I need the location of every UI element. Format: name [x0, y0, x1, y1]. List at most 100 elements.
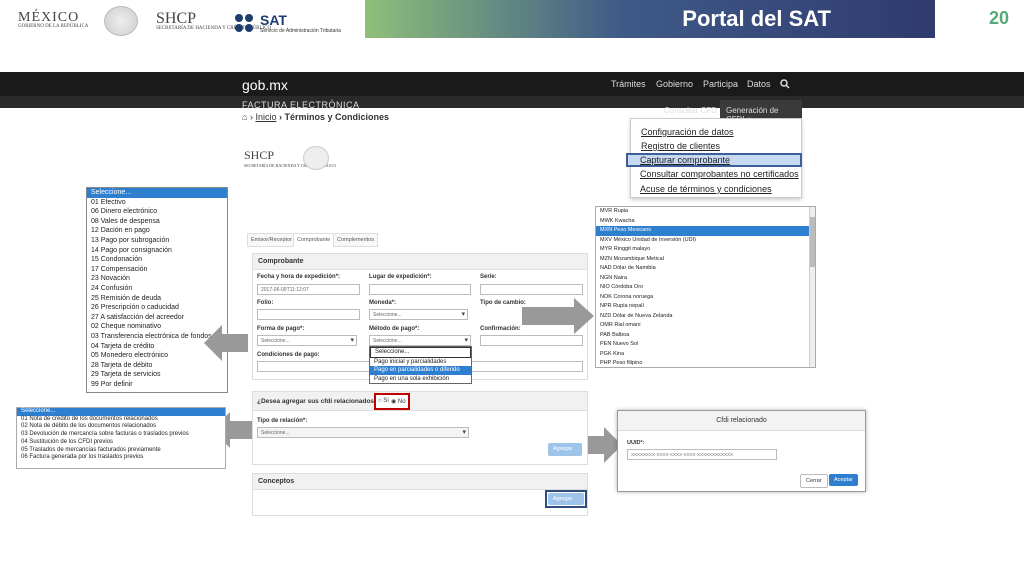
uuid-input[interactable]: [627, 449, 777, 460]
search-icon[interactable]: [780, 79, 790, 89]
list-item[interactable]: OMR Rial omaní: [596, 321, 815, 331]
list-item[interactable]: 24 Confusión: [87, 284, 227, 294]
list-item[interactable]: PEN Nuevo Sol: [596, 340, 815, 350]
list-item[interactable]: PHP Peso filipino: [596, 359, 815, 367]
list-item[interactable]: MXN Peso Mexicano: [596, 226, 810, 236]
mexico-logo-text: MÉXICO: [18, 10, 80, 25]
list-item[interactable]: 17 Compensación: [87, 265, 227, 275]
list-item[interactable]: MXV México Unidad de Inversión (UDI): [596, 236, 815, 246]
list-item[interactable]: 01 Nota de crédito de los documentos rel…: [17, 416, 225, 424]
tipo-relacion-select[interactable]: Seleccione...: [257, 427, 469, 438]
scrollbar-thumb[interactable]: [810, 217, 815, 267]
list-item[interactable]: 04 Sustitución de los CFDI previos: [17, 439, 225, 447]
list-item[interactable]: 03 Devolución de mercancía sobre factura…: [17, 431, 225, 439]
nav-tramites[interactable]: Trámites: [611, 79, 646, 89]
list-item[interactable]: NIO Córdoba Oro: [596, 283, 815, 293]
radio-no[interactable]: ◉ No: [391, 398, 406, 405]
moneda-options: MVR Rupia MWK Kwacha MXN Peso Mexicano M…: [595, 206, 816, 368]
shield-icon: [104, 6, 138, 36]
list-item[interactable]: 15 Condonación: [87, 255, 227, 265]
scrollbar[interactable]: [809, 207, 815, 367]
list-item[interactable]: 27 A satisfacción del acreedor: [87, 313, 227, 323]
list-item[interactable]: Pago en parcialidades o diferido: [370, 366, 471, 375]
list-item[interactable]: 06 Dinero electrónico: [87, 207, 227, 217]
radio-si[interactable]: ○ Sí: [378, 398, 389, 404]
lugar-input[interactable]: [369, 284, 471, 295]
list-item[interactable]: 05 Traslados de mercancías facturados pr…: [17, 447, 225, 455]
metodo-pago-options: Seleccione... Pago inicial y parcialidad…: [369, 346, 472, 384]
list-item[interactable]: Seleccione...: [87, 188, 227, 198]
condiciones-label: Condiciones de pago:: [257, 352, 320, 358]
list-item[interactable]: 25 Remisión de deuda: [87, 294, 227, 304]
list-item[interactable]: NOK Corona noruega: [596, 293, 815, 303]
moneda-select[interactable]: Seleccione...: [369, 309, 468, 320]
list-item[interactable]: 99 Por definir: [87, 380, 227, 390]
list-item[interactable]: MYR Ringgit malayo: [596, 245, 815, 255]
tipo-relacion-label: Tipo de relación*:: [257, 418, 308, 424]
agregar-relacion-button[interactable]: Agregar: [548, 443, 582, 456]
modal-title: Cfdi relacionado: [618, 411, 865, 431]
metodo-pago-select[interactable]: Seleccione...: [369, 335, 471, 346]
list-item[interactable]: 28 Tarjeta de débito: [87, 361, 227, 371]
forma-pago-select[interactable]: Seleccione...: [257, 335, 357, 346]
confirmacion-input[interactable]: [480, 335, 583, 346]
list-item[interactable]: 01 Efectivo: [87, 198, 227, 208]
tab-complementos[interactable]: Complementos: [333, 233, 378, 247]
list-item[interactable]: NZD Dólar de Nueva Zelanda: [596, 312, 815, 322]
list-item[interactable]: Pago en una sola exhibición: [370, 375, 471, 384]
tipo-cambio-label: Tipo de cambio:: [480, 300, 526, 306]
serie-input[interactable]: [480, 284, 583, 295]
list-item[interactable]: 26 Prescripción o caducidad: [87, 303, 227, 313]
cerrar-button[interactable]: Cerrar: [800, 474, 828, 488]
fecha-input[interactable]: 2017-06-09T11:12:07: [257, 284, 360, 295]
list-item[interactable]: MZN Mozambique Metical: [596, 255, 815, 265]
confirmacion-label: Confirmación:: [480, 326, 521, 332]
list-item[interactable]: 08 Vales de despensa: [87, 217, 227, 227]
consultar-cfd-link[interactable]: Consultar CFD: [664, 106, 717, 115]
breadcrumb-current: › Términos y Condiciones: [278, 112, 389, 122]
nav-gobierno[interactable]: Gobierno: [656, 79, 693, 89]
list-item[interactable]: NAD Dólar de Namibia: [596, 264, 815, 274]
conceptos-header: Conceptos: [253, 474, 587, 490]
portal-title-bar: Portal del SAT: [365, 0, 935, 38]
arrow-right-icon: [582, 427, 622, 463]
menu-consultar-no-certificados[interactable]: Consultar comprobantes no certificados: [640, 169, 799, 179]
list-item[interactable]: 13 Pago por subrogación: [87, 236, 227, 246]
nav-participa[interactable]: Participa: [703, 79, 738, 89]
list-item[interactable]: NPR Rupia nepalí: [596, 302, 815, 312]
list-item[interactable]: Pago inicial y parcialidades: [370, 358, 471, 367]
menu-registro-clientes[interactable]: Registro de clientes: [641, 141, 720, 151]
tipo-relacion-options: Seleccione... 01 Nota de crédito de los …: [16, 407, 226, 469]
menu-configuracion-datos[interactable]: Configuración de datos: [641, 127, 734, 137]
list-item[interactable]: PAB Balboa: [596, 331, 815, 341]
list-item[interactable]: 23 Novación: [87, 274, 227, 284]
breadcrumb-inicio[interactable]: Inicio: [255, 112, 276, 122]
list-item[interactable]: Seleccione...: [17, 408, 225, 416]
list-item[interactable]: 02 Nota de débito de los documentos rela…: [17, 423, 225, 431]
aceptar-button[interactable]: Aceptar: [829, 474, 858, 486]
radio-si-label: Sí: [383, 398, 389, 404]
relacion-question: ¿Desea agregar sus cfdi relacionados?:: [257, 398, 381, 405]
gob-mx-brand[interactable]: gob.mx: [242, 77, 288, 93]
menu-capturar-comprobante[interactable]: Capturar comprobante: [640, 155, 730, 165]
tab-emisor-receptor[interactable]: Emisor/Receptor: [247, 233, 296, 247]
list-item[interactable]: NGN Naira: [596, 274, 815, 284]
nav-datos[interactable]: Datos: [747, 79, 771, 89]
list-item[interactable]: MVR Rupia: [596, 207, 815, 217]
home-icon[interactable]: ⌂: [242, 112, 247, 122]
folio-input[interactable]: [257, 309, 360, 320]
menu-acuse-terminos[interactable]: Acuse de términos y condiciones: [640, 184, 772, 194]
list-item[interactable]: 12 Dación en pago: [87, 226, 227, 236]
shcp-body-logo-text: SHCP: [244, 148, 275, 162]
list-item[interactable]: Seleccione...: [370, 347, 471, 358]
list-item[interactable]: 29 Tarjeta de servicios: [87, 370, 227, 380]
forma-pago-options: Seleccione... 01 Efectivo 06 Dinero elec…: [86, 187, 228, 393]
list-item[interactable]: 06 Factura generada por los traslados pr…: [17, 454, 225, 462]
list-item[interactable]: PGK Kina: [596, 350, 815, 360]
list-item[interactable]: 14 Pago por consignación: [87, 246, 227, 256]
tab-comprobante[interactable]: Comprobante: [293, 233, 335, 247]
agregar-concepto-button[interactable]: Agregar: [548, 493, 584, 505]
conceptos-panel: Conceptos: [252, 473, 588, 516]
list-item[interactable]: MWK Kwacha: [596, 217, 815, 227]
mexico-logo-sub: GOBIERNO DE LA REPÚBLICA: [18, 24, 89, 29]
